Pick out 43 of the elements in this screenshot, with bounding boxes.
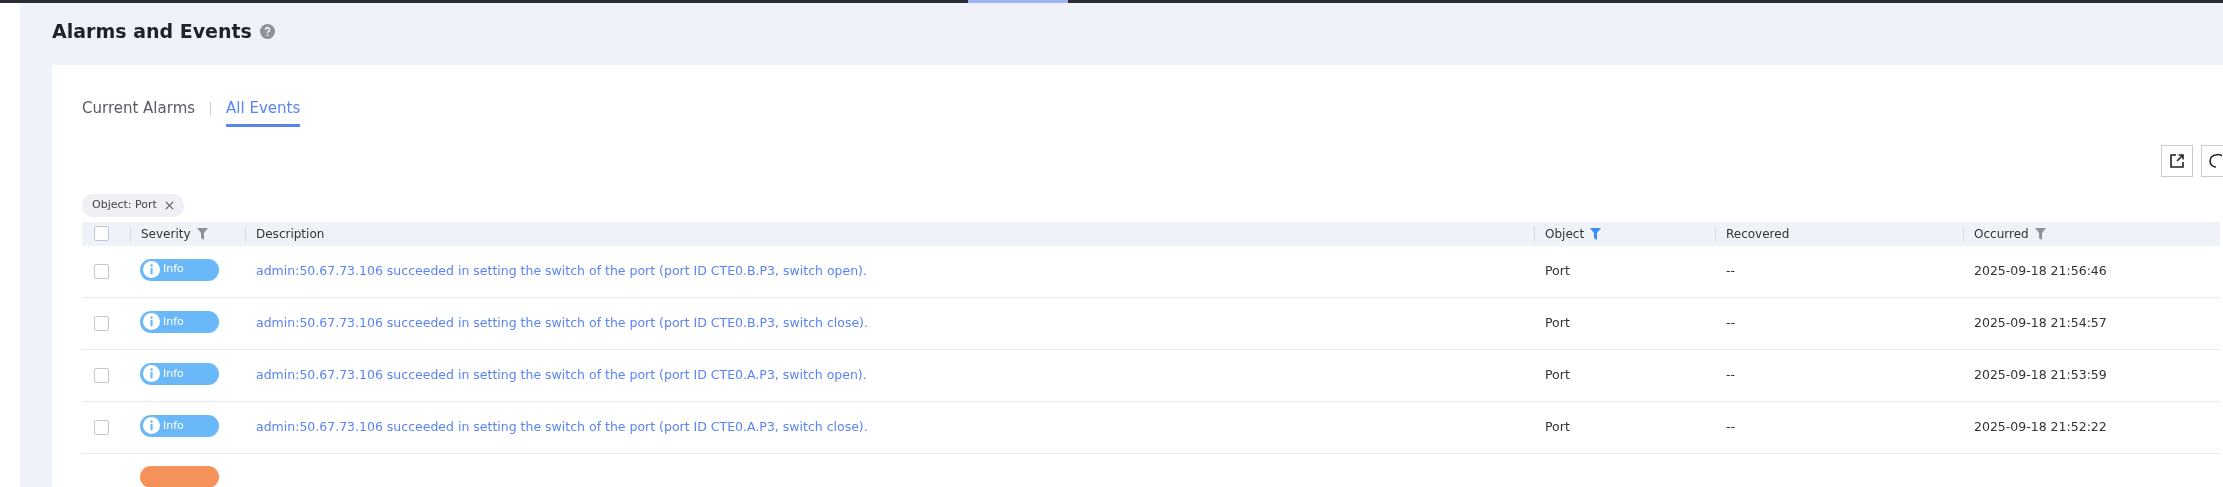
column-header: Severity (141, 225, 191, 243)
checkbox[interactable] (94, 420, 109, 435)
checkbox[interactable] (94, 316, 109, 331)
table-cell-text: -- (1725, 262, 1736, 278)
tab[interactable]: All Events (226, 96, 301, 128)
table-cell-text: -- (1725, 315, 1736, 331)
table-cell-text: Port (1544, 419, 1570, 435)
severity-badge: Info (140, 310, 219, 333)
table-cell-text: 2025-09-18 21:53:59 (1973, 367, 2107, 383)
filter-chip-label: Object: Port (92, 197, 157, 213)
checkbox[interactable] (94, 226, 109, 241)
checkbox[interactable] (94, 368, 109, 383)
table-cell-text: -- (1725, 419, 1736, 435)
filter-icon[interactable] (196, 227, 208, 240)
filter-icon[interactable] (2034, 227, 2046, 240)
column-header: Recovered (1726, 225, 1790, 243)
severity-badge: Info (140, 258, 219, 281)
column-header: Occurred (1974, 225, 2029, 243)
refresh-icon (2208, 153, 2222, 169)
column-header: Object (1545, 225, 1585, 243)
checkbox[interactable] (94, 263, 109, 279)
table-cell-text: 2025-09-18 21:56:46 (1973, 262, 2107, 278)
severity-badge: Info (140, 362, 219, 385)
filter-icon[interactable] (1590, 227, 1602, 240)
close-icon[interactable] (164, 200, 174, 210)
table-cell-text: Port (1544, 315, 1570, 331)
table-cell-text: Port (1544, 262, 1570, 278)
severity-badge: Info (140, 414, 219, 437)
tab[interactable]: Current Alarms (82, 96, 196, 128)
event-description[interactable]: admin:50.67.73.106 succeeded in setting the switch of the port (port ID CTE0.A.P3, switch open). (245, 367, 867, 383)
export-icon (2169, 153, 2185, 169)
event-description[interactable]: admin:50.67.73.106 succeeded in setting the switch of the port (port ID CTE0.B.P3, switch open). (245, 262, 867, 278)
column-header: Description (256, 225, 325, 243)
table-cell-text: Port (1544, 367, 1570, 383)
table-cell-text: 2025-09-18 21:52:22 (1973, 419, 2107, 435)
page-title: Alarms and Events (52, 19, 252, 45)
table-cell-text: -- (1725, 367, 1736, 383)
refresh-button[interactable] (2201, 145, 2223, 177)
event-description[interactable]: admin:50.67.73.106 succeeded in setting the switch of the port (port ID CTE0.A.P3, switch close). (245, 419, 868, 435)
table-cell-text: 2025-09-18 21:54:57 (1973, 315, 2107, 331)
event-description[interactable]: admin:50.67.73.106 succeeded in setting the switch of the port (port ID CTE0.B.P3, switch close). (245, 315, 868, 331)
export-button[interactable] (2161, 145, 2193, 177)
help-icon[interactable] (259, 24, 275, 39)
